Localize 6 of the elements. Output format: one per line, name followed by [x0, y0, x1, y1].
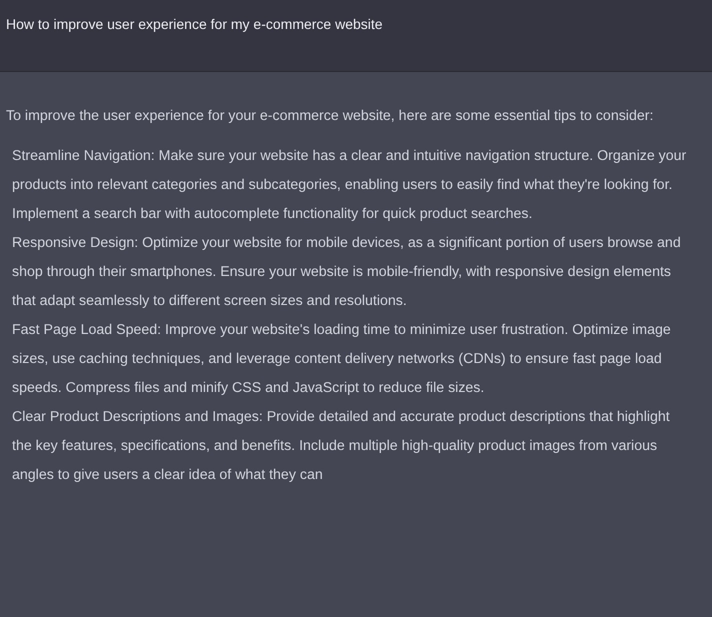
- tip-paragraph: Responsive Design: Optimize your website for mobile devices, as a significant portion of users browse and shop through their smartphones. Ensure your website is mobile-friendly, with responsive design elements that adapt seamlessly to different screen sizes and resolutions.: [12, 234, 682, 311]
- user-question: How to improve user experience for my e-commerce website: [6, 15, 384, 34]
- answer-intro: To improve the user experience for your e-commerce website, here are some essential tips to consider:: [6, 107, 654, 126]
- tip-paragraph: Streamline Navigation: Make sure your website has a clear and intuitive navigation structure. Organize your products into relevant categories and subcategories, enabling users to easily find what they're looking for. Implement a search bar with autocomplete functionality for quick product searches.: [12, 147, 688, 224]
- tip-paragraph: Clear Product Descriptions and Images: Provide detailed and accurate product descriptions that highlight the key features, specifications, and benefits. Include multiple high-quality product images from various angles to give users a clear idea of what they can: [12, 408, 671, 485]
- tip-paragraph: Fast Page Load Speed: Improve your website's loading time to minimize user frustration. Optimize image sizes, use caching techniques, and leverage content delivery networks (CDNs) to ensure fast page load speeds. Compress files and minify CSS and JavaScript to reduce file sizes.: [12, 321, 672, 398]
